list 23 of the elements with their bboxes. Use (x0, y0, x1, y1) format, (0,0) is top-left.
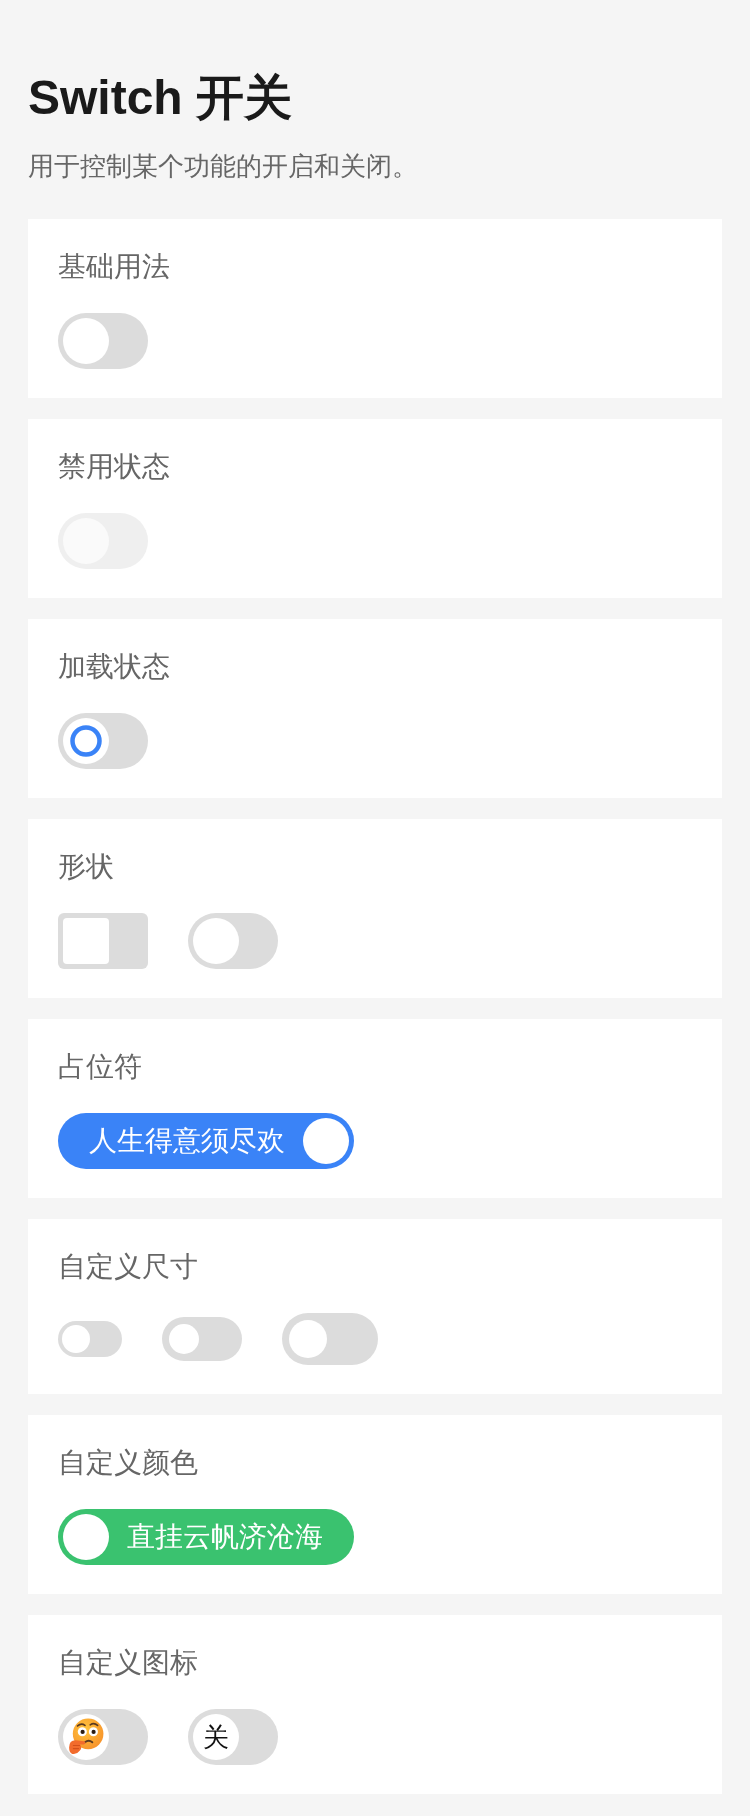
thinking-face-icon (67, 1718, 105, 1756)
section-heading: 加载状态 (58, 650, 171, 684)
section-heading: 自定义颜色 (58, 1446, 199, 1480)
toggle-switch[interactable] (162, 1317, 242, 1361)
section-heading: 自定义尺寸 (58, 1250, 199, 1284)
toggle-switch[interactable]: 人生得意须尽欢 (58, 1113, 354, 1169)
loading-spinner-icon (70, 725, 102, 757)
section-heading: 形状 (58, 850, 115, 884)
toggle-switch[interactable] (58, 313, 148, 369)
toggle-switch[interactable]: 关 (188, 1709, 278, 1765)
section-heading: 占位符 (58, 1050, 143, 1084)
section-heading: 禁用状态 (58, 450, 171, 484)
toggle-switch[interactable] (58, 1321, 122, 1357)
toggle-switch[interactable]: 直挂云帆济沧海 (58, 1509, 354, 1565)
toggle-switch[interactable] (188, 913, 278, 969)
toggle-switch[interactable] (58, 1709, 148, 1765)
page-title: Switch 开关 (28, 70, 294, 126)
page-description: 用于控制某个功能的开启和关闭。 (28, 150, 419, 183)
section-heading: 自定义图标 (58, 1646, 199, 1680)
section-heading: 基础用法 (58, 250, 171, 284)
toggle-switch[interactable] (282, 1313, 378, 1365)
toggle-switch[interactable] (58, 713, 148, 769)
toggle-switch[interactable] (58, 913, 148, 969)
